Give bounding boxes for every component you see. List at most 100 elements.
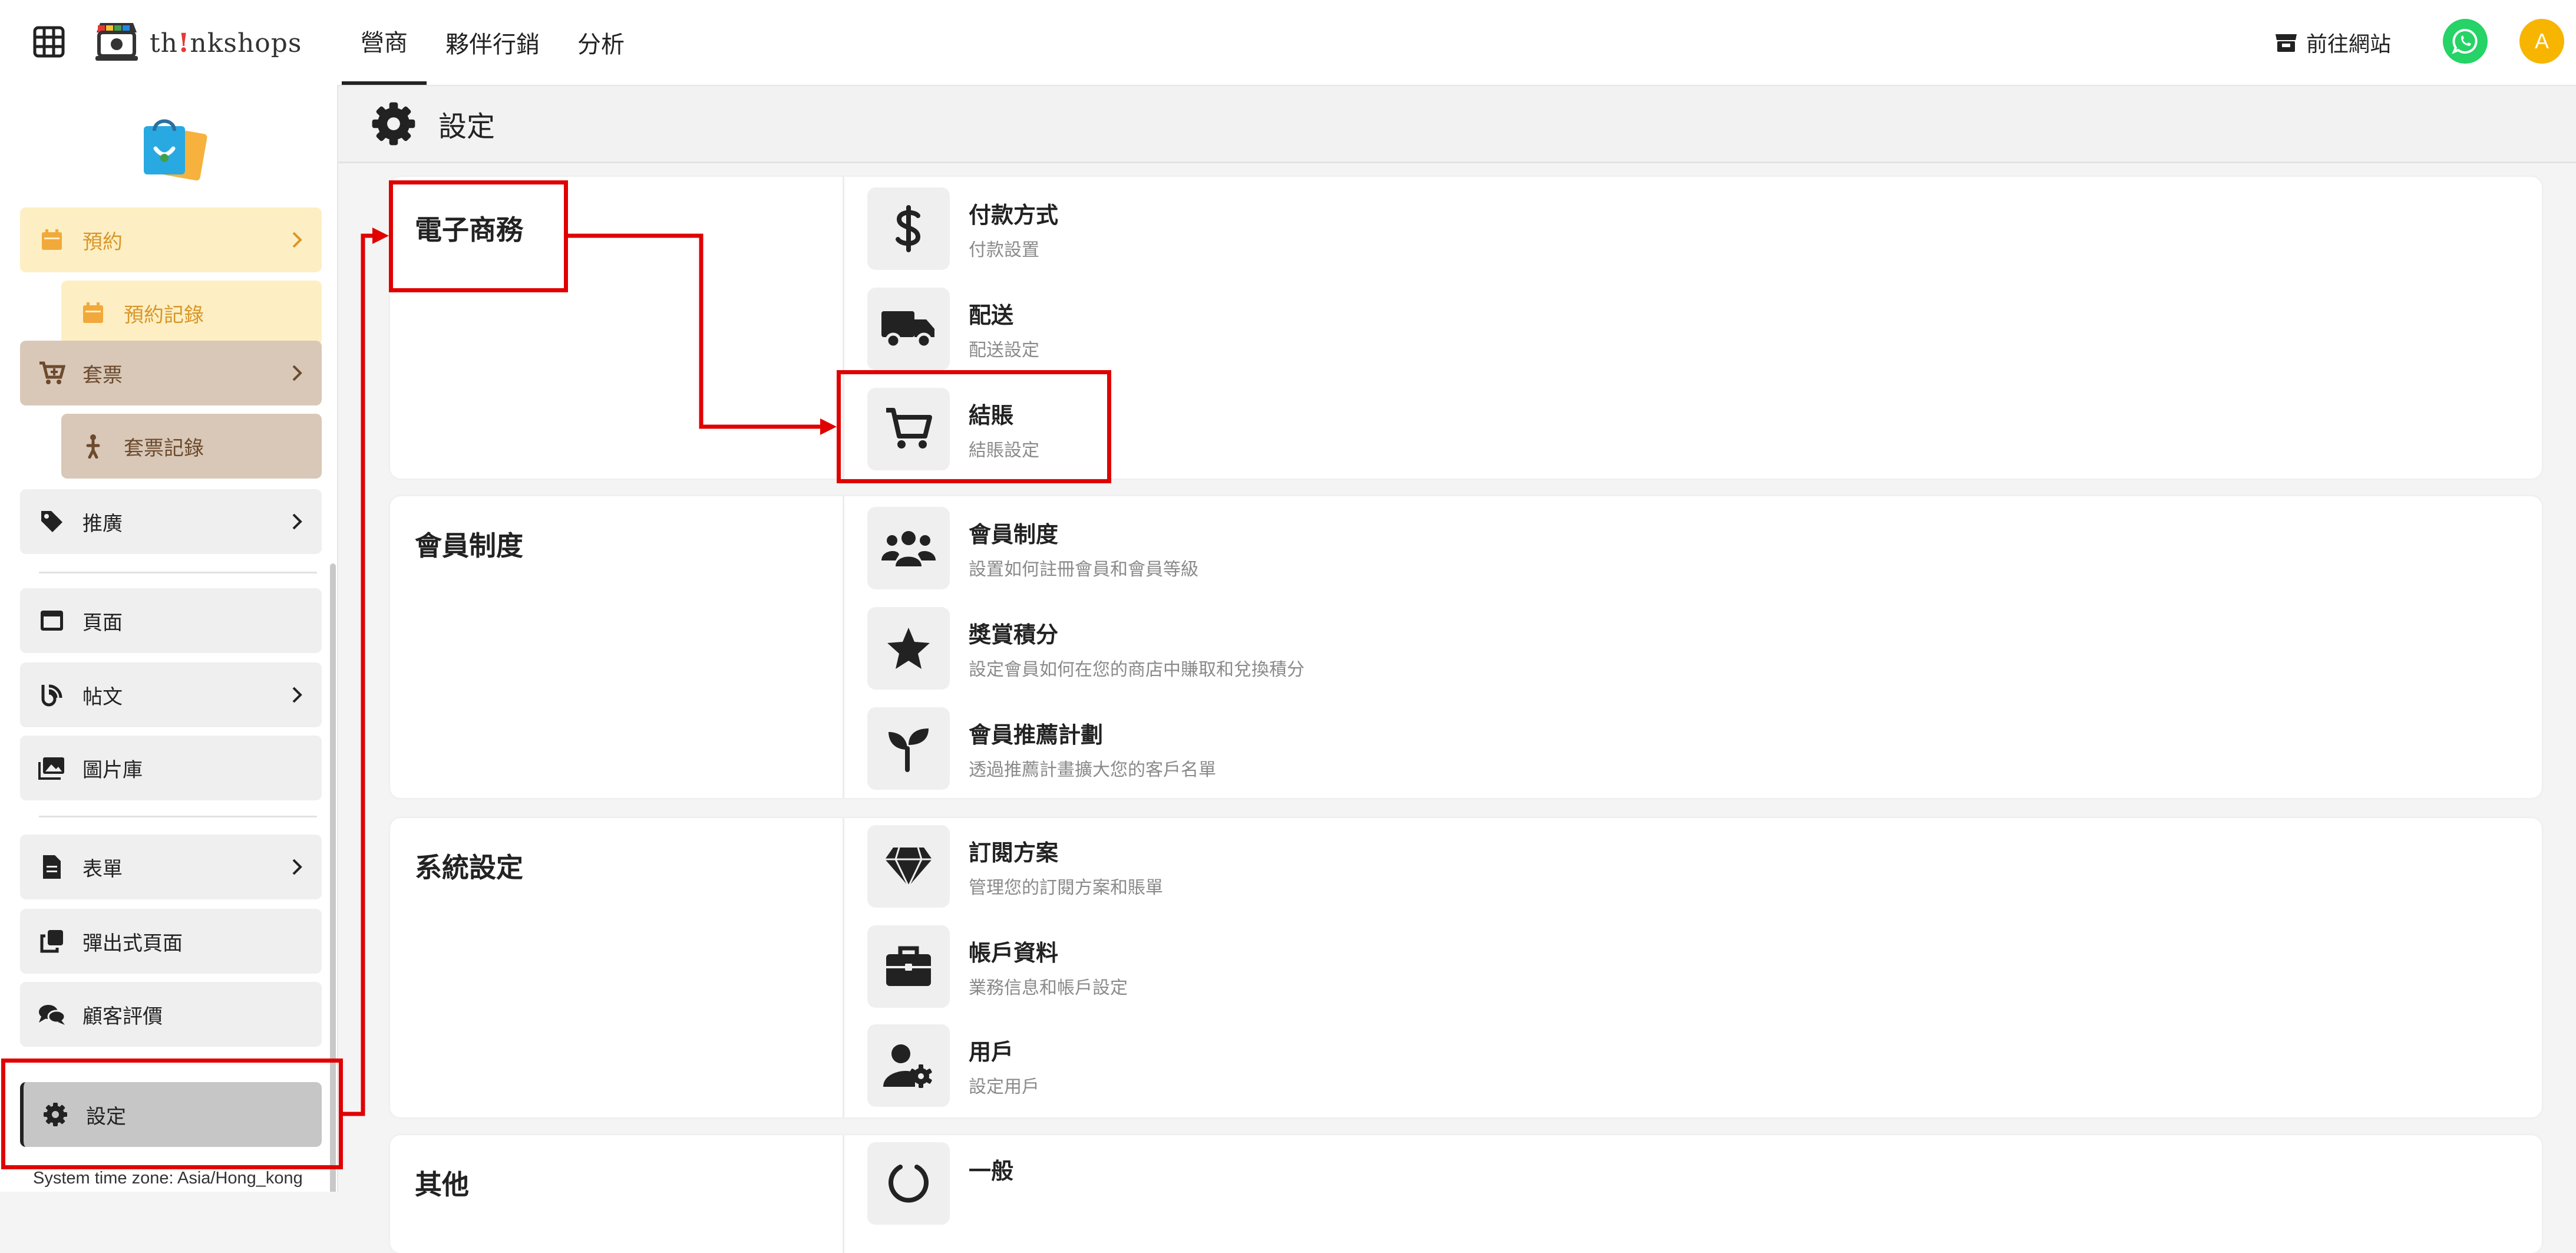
section-divider [843,496,844,798]
sidebar-item-label: 顧客評價 [82,1005,163,1028]
sidebar-item-reviews[interactable]: 顧客評價 [20,982,322,1047]
settings-item-reward-points[interactable]: 獎賞積分設定會員如何在您的商店中賺取和兌換積分 [867,607,1304,690]
sidebar-item-popups[interactable]: 彈出式頁面 [20,909,322,974]
store-icon [2276,34,2297,52]
chevron-right-icon [292,513,302,530]
item-title: 帳戶資料 [969,941,1059,966]
item-description: 付款設置 [969,240,1039,260]
section-membership: 會員制度 會員制度設置如何註冊會員和會員等級 獎賞積分設定會員如何在您的商店中賺… [390,496,2542,798]
calendar-icon [37,225,67,255]
brand-name: th!nkshops [150,28,302,58]
sidebar-item-label: 預約記錄 [124,304,204,327]
visit-website-link[interactable]: 前往網站 [2274,24,2391,61]
sidebar-scrollbar[interactable] [330,563,336,1192]
nav-affiliate-marketing[interactable]: 夥伴行銷 [427,0,559,85]
section-title: 其他 [415,1169,469,1200]
sidebar-item-label: 表單 [82,858,123,881]
item-description: 業務信息和帳戶設定 [969,978,1128,998]
item-description: 設置如何註冊會員和會員等級 [969,559,1198,579]
cart-icon [867,388,950,470]
sidebar-item-posts[interactable]: 帖文 [20,662,322,727]
shopping-bags-logo [144,119,207,181]
section-ecommerce: 電子商務 付款方式付款設置 配送 配送設定 結賬 結賬設定 [390,177,2542,479]
sidebar-item-label: 推廣 [82,512,123,535]
page-title: 設定 [438,111,496,143]
sidebar-item-label: 彈出式頁面 [82,932,183,955]
truck-icon [867,288,950,370]
seedling-icon [867,707,950,790]
sidebar-divider [39,572,317,573]
settings-item-general[interactable]: 一般 [867,1142,1013,1225]
chevron-right-icon [292,859,302,875]
sidebar-item-pages[interactable]: 頁面 [20,588,322,653]
settings-item-shipping[interactable]: 配送 配送設定 [867,288,1039,370]
sidebar-divider [39,816,317,817]
chevron-right-icon [292,687,302,703]
item-title: 配送 [969,303,1014,328]
top-bar: th!nkshops 營商 夥伴行銷 分析 前往網站 A [0,0,2576,86]
sidebar-item-label: 套票記錄 [124,437,204,460]
sidebar-item-package-records[interactable]: 套票記錄 [61,414,322,479]
item-description: 設定會員如何在您的商店中賺取和兌換積分 [969,660,1304,680]
sidebar-item-gallery[interactable]: 圖片庫 [20,736,322,800]
sidebar-item-label: 設定 [86,1105,126,1128]
settings-item-payment-methods[interactable]: 付款方式 付款設置 [867,187,1058,270]
sidebar-item-label: 套票 [82,364,123,387]
section-divider [843,1135,844,1253]
sidebar-item-packages[interactable]: 套票 [20,341,322,405]
thinkshops-logo[interactable]: th!nkshops [92,17,302,70]
sidebar-item-booking[interactable]: 預約 [20,207,322,272]
chevron-right-icon [292,365,302,381]
briefcase-icon [867,925,950,1008]
system-timezone: System time zone: Asia/Hong_kong [33,1169,303,1188]
tag-icon [37,506,67,537]
section-divider [843,177,844,479]
gear-icon [40,1099,71,1130]
settings-item-account-info[interactable]: 帳戶資料業務信息和帳戶設定 [867,925,1128,1008]
clone-icon [37,926,67,957]
nav-analytics[interactable]: 分析 [559,0,643,85]
settings-item-membership[interactable]: 會員制度設置如何註冊會員和會員等級 [867,507,1198,589]
item-title: 用戶 [969,1040,1014,1065]
item-title: 結賬 [969,403,1014,428]
settings-item-users[interactable]: 用戶 設定用戶 [867,1024,1039,1107]
sidebar-item-settings[interactable]: 設定 [20,1082,322,1147]
item-description: 透過推薦計畫擴大您的客戶名單 [969,760,1216,780]
sidebar: 預約 預約記錄 套票 套票記錄 推廣 頁面 帖文 圖片庫 表單 彈出式頁面 顧客… [0,85,338,1192]
page-header: 設定 [338,86,2576,163]
window-icon [37,605,67,636]
chevron-right-icon [292,232,302,248]
visit-website-label: 前往網站 [2306,32,2392,56]
sidebar-item-label: 圖片庫 [82,759,143,782]
settings-item-referral-program[interactable]: 會員推薦計劃透過推薦計畫擴大您的客戶名單 [867,707,1216,790]
item-title: 獎賞積分 [969,622,1059,648]
item-title: 會員推薦計劃 [969,723,1104,748]
user-gear-icon [867,1024,950,1107]
nav-business[interactable]: 營商 [342,0,427,85]
circle-icon [867,1142,950,1225]
comments-icon [37,999,67,1030]
user-avatar[interactable]: A [2519,19,2564,64]
section-title: 電子商務 [415,215,523,245]
whatsapp-button[interactable] [2443,19,2488,64]
section-divider [843,818,844,1117]
cart-plus-icon [37,358,67,388]
settings-item-checkout[interactable]: 結賬 結賬設定 [867,388,1039,470]
item-title: 訂閱方案 [969,840,1059,866]
calendar-icon [78,298,108,328]
section-title: 系統設定 [415,852,523,883]
main-nav: 營商 夥伴行銷 分析 [342,0,643,85]
apps-grid-icon[interactable] [33,26,65,58]
gem-icon [867,825,950,908]
gear-icon [372,102,415,146]
item-description: 管理您的訂閱方案和賬單 [969,878,1163,898]
settings-item-subscription-plan[interactable]: 訂閱方案管理您的訂閱方案和賬單 [867,825,1163,908]
sidebar-item-booking-records[interactable]: 預約記錄 [61,281,322,345]
sidebar-item-promotion[interactable]: 推廣 [20,489,322,554]
sidebar-item-forms[interactable]: 表單 [20,835,322,899]
item-title: 會員制度 [969,522,1059,548]
dollar-icon [867,187,950,270]
item-title: 付款方式 [969,203,1059,228]
sidebar-item-label: 帖文 [82,685,123,708]
shop-logo-icon [95,23,138,61]
